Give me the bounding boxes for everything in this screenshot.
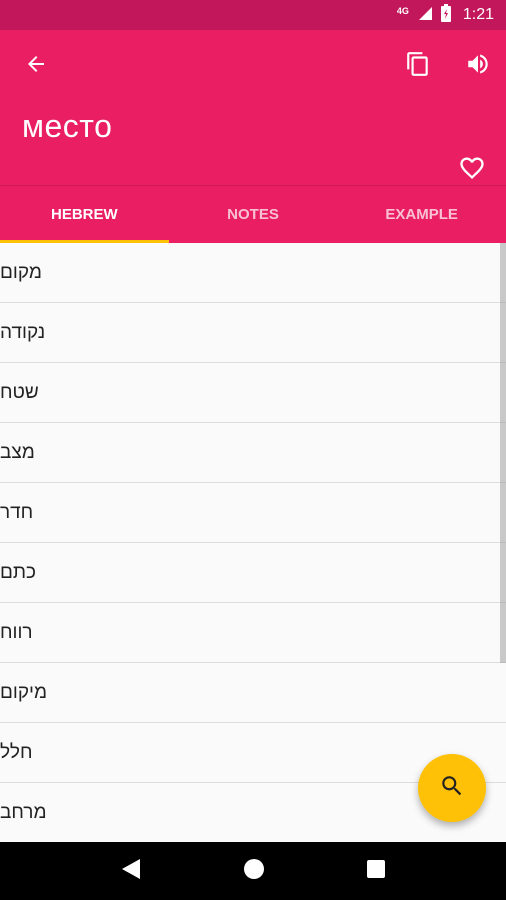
nav-recents-icon[interactable]	[366, 859, 386, 884]
list-item[interactable]: כתם	[0, 543, 506, 603]
network-type: 4G	[396, 6, 409, 16]
tab-example[interactable]: EXAMPLE	[337, 186, 506, 243]
word-title: место	[22, 108, 113, 144]
nav-back-icon[interactable]	[120, 857, 142, 886]
battery-icon	[440, 3, 451, 27]
search-fab-button[interactable]	[418, 754, 486, 822]
copy-icon	[405, 50, 431, 83]
heart-outline-icon	[458, 154, 486, 187]
scrollbar[interactable]	[500, 243, 506, 663]
back-button[interactable]	[14, 44, 58, 88]
status-bar: 4G 1:21	[0, 0, 506, 30]
list-item[interactable]: חדר	[0, 483, 506, 543]
translation-list: מקום נקודה שטח מצב חדר כתם רווח מיקום חל…	[0, 243, 506, 842]
nav-home-icon[interactable]	[243, 858, 265, 885]
signal-icon	[417, 5, 433, 26]
list-item[interactable]: שטח	[0, 363, 506, 423]
speak-button[interactable]	[456, 44, 500, 88]
copy-button[interactable]	[396, 44, 440, 88]
list-item[interactable]: רווח	[0, 603, 506, 663]
app-bar: место	[0, 30, 506, 185]
arrow-left-icon	[24, 52, 48, 81]
list-item[interactable]: נקודה	[0, 303, 506, 363]
list-item[interactable]: מקום	[0, 243, 506, 303]
tab-notes[interactable]: NOTES	[169, 186, 338, 243]
clock: 1:21	[462, 6, 494, 23]
list-item[interactable]: מיקום	[0, 663, 506, 723]
search-icon	[439, 773, 465, 804]
tab-hebrew[interactable]: HEBREW	[0, 186, 169, 243]
volume-up-icon	[465, 51, 491, 82]
navigation-bar	[0, 842, 506, 900]
tab-bar: HEBREW NOTES EXAMPLE	[0, 185, 506, 243]
list-item[interactable]: מצב	[0, 423, 506, 483]
